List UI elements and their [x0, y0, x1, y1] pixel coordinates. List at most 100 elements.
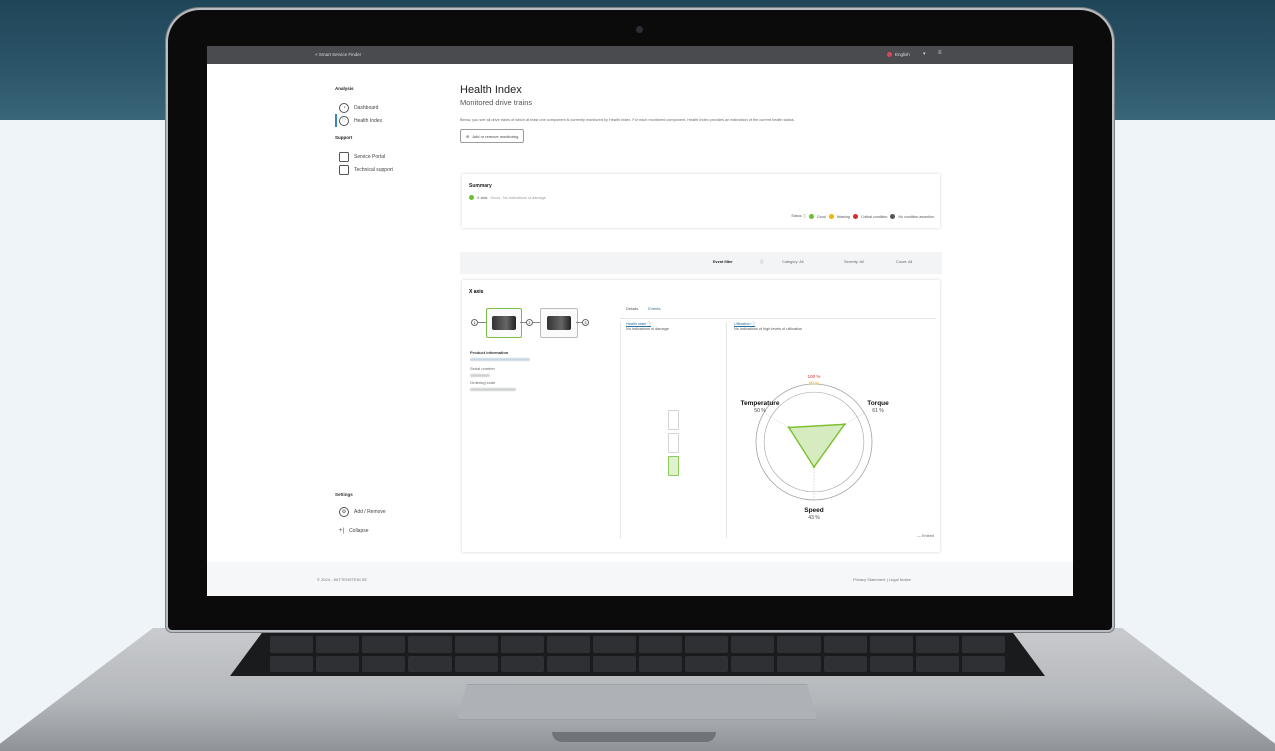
sidebar-item-label: Add / Remove — [354, 508, 386, 515]
sidebar-section-settings: Settings — [335, 492, 353, 497]
category-filter[interactable]: Category: All — [782, 260, 804, 264]
sidebar-item-label: Health Index — [354, 117, 383, 124]
legend-warning: Warning — [836, 214, 851, 219]
sidebar-section-analysis: Analysis — [335, 86, 354, 91]
status-dot-good — [469, 195, 474, 200]
page-title: Health Index — [460, 84, 522, 96]
page-description: Below, you see all drive trains of which… — [460, 118, 795, 122]
radar-value-polygon — [787, 423, 847, 469]
radar-axis-label: Speed — [804, 507, 824, 514]
column-divider — [620, 322, 621, 538]
footer-separator: | — [886, 577, 888, 582]
privacy-link[interactable]: Privacy Statement — [853, 577, 885, 582]
status-legend-label: Status ⓘ — [791, 214, 807, 218]
back-link[interactable]: < Smart Service Finder — [315, 52, 361, 57]
detail-tabs: Details Events — [620, 298, 936, 319]
sidebar-item-label: Collapse — [349, 527, 369, 534]
legend-dot-good — [809, 214, 815, 219]
health-bar-segment — [668, 433, 679, 453]
event-filter-bar: Event filter ⓘ Category: All Severity: A… — [460, 252, 942, 274]
legend-good: Good — [817, 214, 826, 219]
summary-axis-status: Good - No indications of damage — [490, 195, 546, 200]
collapse-icon: +| — [339, 527, 345, 534]
event-filter-label: Event filter — [713, 260, 733, 264]
gear-icon: ⚙ — [339, 506, 349, 517]
motor-icon — [492, 316, 516, 330]
radar-max-label: 100 % — [808, 374, 821, 379]
tab-details[interactable]: Details — [626, 306, 638, 311]
legend-dot-warning — [828, 214, 834, 219]
main-content: Health Index Monitored drive trains Belo… — [460, 84, 940, 143]
health-bar-segment-active — [668, 456, 679, 476]
language-label: English — [895, 52, 910, 57]
severity-filter[interactable]: Severity: All — [844, 260, 864, 264]
support-icon — [339, 164, 349, 175]
radar-axis-label: Torque — [867, 400, 889, 407]
motor-component[interactable] — [486, 308, 522, 338]
drive-node[interactable]: 2 — [526, 319, 533, 326]
sidebar-section-support: Support — [335, 135, 353, 140]
sidebar-item-service-portal[interactable]: Service Portal — [339, 150, 435, 163]
product-link-redacted[interactable] — [470, 358, 530, 361]
radar-warn-label: 80 % — [809, 381, 819, 386]
chevron-down-icon[interactable]: ▾ — [923, 51, 926, 57]
menu-icon[interactable]: ≡ — [938, 50, 942, 56]
legend-dot-critical — [853, 214, 859, 219]
status-legend: Status ⓘ Good Warning Critical condition… — [791, 214, 934, 219]
info-icon[interactable]: ⓘ — [760, 260, 764, 265]
laptop-trackpad — [456, 684, 818, 720]
x-axis-card: X axis 1 2 3 Product information Serial … — [462, 280, 940, 552]
summary-axis-row[interactable]: X axis Good - No indications of damage — [469, 195, 546, 200]
gearbox-component[interactable] — [540, 308, 578, 338]
gauge-icon: ◔ — [339, 102, 349, 113]
sidebar-item-label: Service Portal — [354, 153, 386, 160]
count-filter[interactable]: Count: All — [896, 260, 912, 264]
radar-point — [843, 423, 846, 426]
app-screen: < Smart Service Finder English ▾ ≡ Analy… — [207, 46, 1073, 596]
sidebar-item-health-index[interactable]: ♡ Health Index — [335, 114, 435, 127]
serial-number-label: Serial number — [470, 366, 495, 371]
connector-line — [533, 322, 540, 323]
footer: © 2024 - WITTENSTEIN SE Privacy Statemen… — [207, 562, 1073, 596]
utilization-column: Utilization ⓘ No indications of high lev… — [734, 322, 924, 331]
heart-icon: ♡ — [339, 115, 349, 126]
health-state-value: No indications of damage — [626, 327, 669, 331]
tab-events[interactable]: Events — [648, 306, 660, 311]
sidebar-item-technical-support[interactable]: Technical support — [339, 163, 435, 176]
legal-link[interactable]: Legal Notice — [889, 577, 911, 582]
summary-card: Summary X axis Good - No indications of … — [462, 174, 940, 228]
radar-value-label: 43 % — [808, 515, 820, 521]
language-selector[interactable]: English — [887, 52, 910, 57]
utilization-radar-chart: 100 % 80 % Temperature50 % Torque61 % Speed4… — [741, 374, 890, 521]
button-label: Add or remove monitoring — [472, 133, 519, 139]
product-information: Product information Serial number Orderi… — [470, 350, 530, 391]
globe-icon — [887, 52, 892, 57]
radar-axis-label: Temperature — [741, 400, 780, 407]
sidebar-item-add-remove[interactable]: ⚙ Add / Remove — [339, 505, 386, 518]
add-remove-monitoring-button[interactable]: ⊕ Add or remove monitoring — [460, 129, 525, 143]
sidebar-settings: Settings ⚙ Add / Remove +| Collapse — [335, 492, 386, 537]
product-info-title: Product information — [470, 350, 509, 355]
column-divider — [726, 322, 727, 538]
drive-node[interactable]: 3 — [582, 319, 589, 326]
health-state-column: Health state ⓘ No indications of damage — [626, 322, 716, 331]
laptop-notch — [552, 732, 716, 742]
portal-icon — [339, 151, 349, 162]
radar-value-label: 61 % — [872, 408, 884, 414]
serial-number-redacted — [470, 374, 490, 377]
gearbox-icon — [547, 316, 571, 330]
drive-node[interactable]: 1 — [471, 319, 478, 326]
sidebar-item-collapse[interactable]: +| Collapse — [339, 524, 386, 537]
ordering-code-redacted — [470, 388, 516, 391]
summary-heading: Summary — [469, 183, 492, 189]
legend-no-assertion: No condition assertion — [898, 214, 934, 219]
radar-point — [787, 426, 791, 429]
radar-value-label: 50 % — [754, 408, 766, 414]
embed-link[interactable]: — Embed — [917, 534, 934, 538]
sidebar-item-dashboard[interactable]: ◔ Dashboard — [339, 101, 435, 114]
laptop-keyboard — [230, 632, 1045, 676]
sidebar-item-label: Dashboard — [354, 104, 379, 111]
connector-line — [478, 322, 486, 323]
legend-dot-no-assertion — [890, 214, 896, 219]
radar-point — [812, 465, 816, 469]
